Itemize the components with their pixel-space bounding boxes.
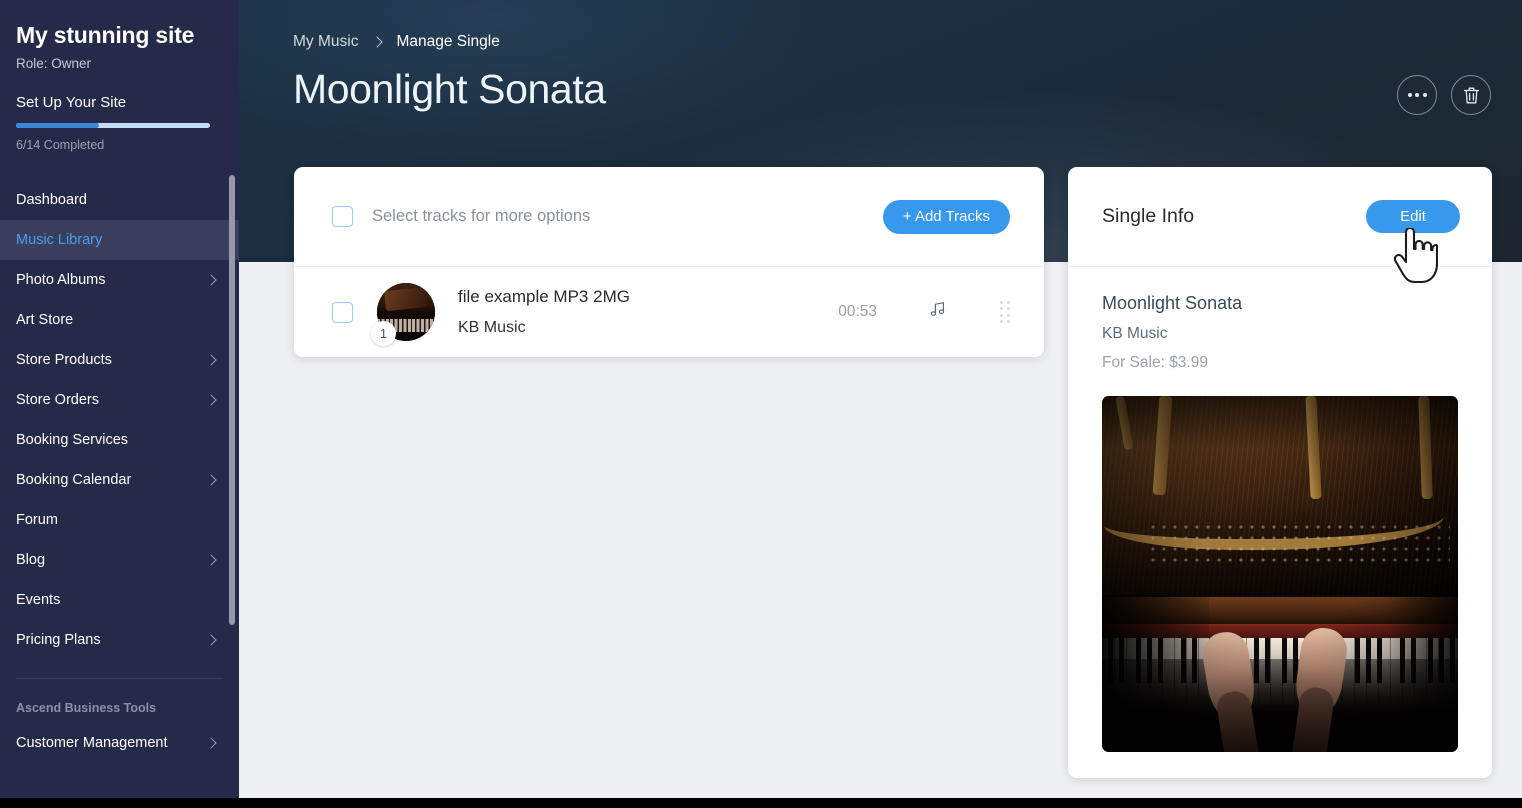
track-list: 1 file example MP3 2MG KB Music 00:53 <box>294 267 1044 357</box>
single-info-title: Single Info <box>1102 205 1195 227</box>
single-info-panel: Single Info Edit Moonlight Sonata KB Mus… <box>1068 167 1492 778</box>
chevron-right-icon <box>205 634 217 646</box>
sidebar-item-label: Blog <box>16 552 46 568</box>
sidebar-item-label: Booking Services <box>16 432 129 448</box>
sidebar-scrollbar[interactable] <box>229 175 235 625</box>
tracks-panel: Select tracks for more options + Add Tra… <box>294 167 1044 357</box>
breadcrumb-item-manage-single: Manage Single <box>396 33 500 50</box>
setup-progress-fill <box>16 123 100 128</box>
sidebar-item-label: Photo Albums <box>16 272 106 288</box>
more-horizontal-icon <box>1407 93 1427 97</box>
admin-dashboard: My stunning site Role: Owner Set Up Your… <box>0 0 1522 798</box>
sidebar-item-dashboard[interactable]: Dashboard <box>0 180 239 220</box>
sidebar-header: My stunning site Role: Owner Set Up Your… <box>0 0 239 172</box>
drag-handle-icon[interactable] <box>1000 300 1010 324</box>
chevron-right-icon <box>205 737 217 749</box>
sidebar-item-forum[interactable]: Forum <box>0 500 239 540</box>
site-role: Role: Owner <box>16 56 92 71</box>
add-tracks-button[interactable]: + Add Tracks <box>882 199 1010 234</box>
sidebar-item-store-orders[interactable]: Store Orders <box>0 380 239 420</box>
chevron-right-icon <box>205 474 217 486</box>
sidebar-item-label: Store Products <box>16 352 112 368</box>
sidebar-item-label: Store Orders <box>16 392 99 408</box>
table-row[interactable]: 1 file example MP3 2MG KB Music 00:53 <box>294 267 1044 357</box>
sidebar-item-label: Customer Management <box>16 735 168 751</box>
more-options-button[interactable] <box>1397 75 1437 115</box>
sidebar-item-label: Forum <box>16 512 58 528</box>
sidebar-item-customer-management[interactable]: Customer Management <box>0 723 239 763</box>
setup-progress-label: 6/14 Completed <box>16 138 105 152</box>
breadcrumb: My Music Manage Single <box>293 33 500 51</box>
trash-icon <box>1463 87 1479 104</box>
track-index-badge: 1 <box>371 321 396 346</box>
sidebar-item-events[interactable]: Events <box>0 580 239 620</box>
sidebar-item-blog[interactable]: Blog <box>0 540 239 580</box>
track-title: file example MP3 2MG <box>458 287 630 306</box>
track-checkbox[interactable] <box>332 301 353 323</box>
single-info-body: Moonlight Sonata KB Music For Sale: $3.9… <box>1068 267 1492 752</box>
sidebar-item-store-products[interactable]: Store Products <box>0 340 239 380</box>
sidebar-nav: Dashboard Music Library Photo Albums Art St… <box>0 180 239 798</box>
delete-button[interactable] <box>1451 75 1491 115</box>
sidebar-item-label: Events <box>16 592 61 608</box>
select-all-tracks-checkbox[interactable] <box>332 206 353 227</box>
track-artist: KB Music <box>458 319 526 336</box>
sidebar: My stunning site Role: Owner Set Up Your… <box>0 0 239 798</box>
chevron-right-icon <box>205 554 217 566</box>
chevron-right-icon <box>205 274 217 286</box>
sidebar-item-label: Music Library <box>16 232 103 248</box>
sidebar-item-art-store[interactable]: Art Store <box>0 300 239 340</box>
setup-progress-bar <box>16 123 210 128</box>
site-title: My stunning site <box>16 22 195 48</box>
page-title: Moonlight Sonata <box>293 66 606 112</box>
track-duration: 00:53 <box>838 303 877 320</box>
sidebar-item-photo-albums[interactable]: Photo Albums <box>0 260 239 300</box>
sidebar-item-label: Art Store <box>16 312 74 328</box>
sidebar-section-label: Ascend Business Tools <box>16 701 157 715</box>
sidebar-item-booking-calendar[interactable]: Booking Calendar <box>0 460 239 500</box>
sidebar-item-booking-services[interactable]: Booking Services <box>0 420 239 460</box>
sidebar-item-music-library[interactable]: Music Library <box>0 220 239 260</box>
music-note-icon[interactable] <box>929 300 948 324</box>
single-name: Moonlight Sonata <box>1102 293 1243 313</box>
chevron-right-icon <box>205 394 217 406</box>
track-thumbnail: 1 <box>371 283 435 346</box>
breadcrumb-item-my-music[interactable]: My Music <box>293 33 358 51</box>
sidebar-item-label: Dashboard <box>16 192 87 208</box>
select-tracks-label: Select tracks for more options <box>372 207 591 225</box>
single-artist: KB Music <box>1102 325 1168 342</box>
chevron-right-icon <box>205 354 217 366</box>
single-info-header: Single Info Edit <box>1068 167 1492 267</box>
single-price: For Sale: $3.99 <box>1102 354 1208 371</box>
setup-your-site-link[interactable]: Set Up Your Site <box>16 94 223 111</box>
sidebar-item-label: Booking Calendar <box>16 472 132 488</box>
sidebar-item-label: Pricing Plans <box>16 632 101 648</box>
sidebar-item-pricing-plans[interactable]: Pricing Plans <box>0 620 239 660</box>
cover-art-image <box>1102 396 1458 752</box>
edit-button[interactable]: Edit <box>1366 200 1460 233</box>
tracks-panel-header: Select tracks for more options + Add Tra… <box>294 167 1044 267</box>
chevron-right-icon <box>371 36 384 48</box>
